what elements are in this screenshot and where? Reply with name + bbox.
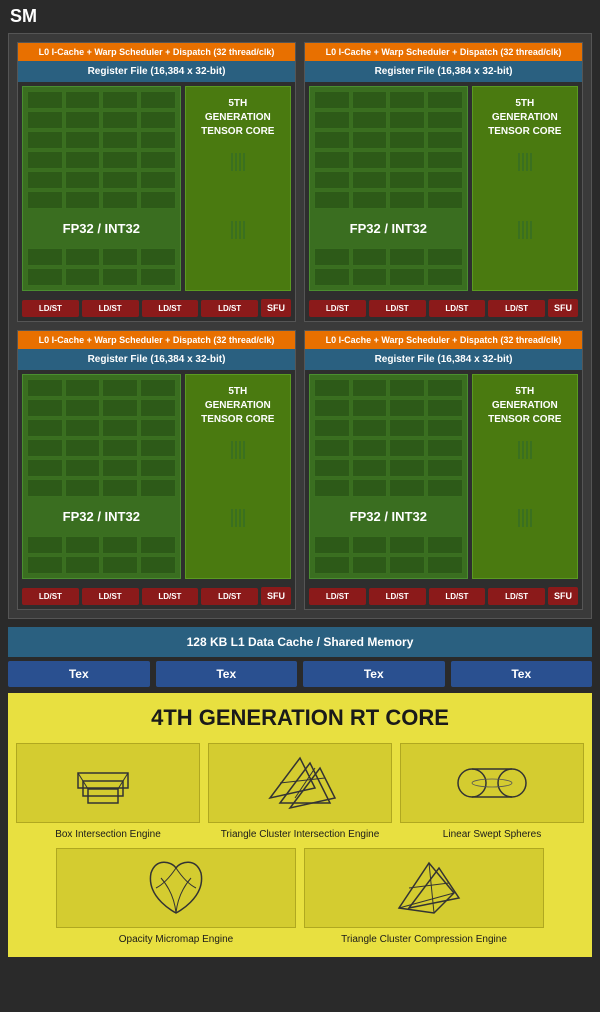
ldst-15: LD/ST: [429, 588, 486, 605]
l0-cache-bar-3: L0 I-Cache + Warp Scheduler + Dispatch (…: [18, 331, 295, 349]
sfu-1: SFU: [261, 299, 291, 317]
rt-icon-label-opacity: Opacity Micromap Engine: [119, 934, 234, 945]
rt-icon-item-compress: Triangle Cluster Compression Engine: [304, 848, 544, 945]
rt-icon-box-tri: [208, 743, 392, 823]
rt-icon-label-tri: Triangle Cluster Intersection Engine: [221, 829, 380, 840]
tensor-label-3: 5THGENERATIONTENSOR CORE: [197, 375, 278, 437]
ldst-6: LD/ST: [369, 300, 426, 317]
quadrant-2: L0 I-Cache + Warp Scheduler + Dispatch (…: [304, 42, 583, 322]
l0-cache-bar-1: L0 I-Cache + Warp Scheduler + Dispatch (…: [18, 43, 295, 61]
sm-label: SM: [0, 0, 600, 33]
outer-container: L0 I-Cache + Warp Scheduler + Dispatch (…: [8, 33, 592, 619]
rt-core-section: 4TH GENERATION RT CORE Box Intersection …: [8, 693, 592, 957]
fp32-label-4: FP32 / INT32: [310, 501, 467, 532]
ldst-4: LD/ST: [201, 300, 258, 317]
rt-icon-item-sphere: Linear Swept Spheres: [400, 743, 584, 840]
ldst-14: LD/ST: [369, 588, 426, 605]
quadrant-grid: L0 I-Cache + Warp Scheduler + Dispatch (…: [17, 42, 583, 610]
rt-icon-box-opacity: [56, 848, 296, 928]
ldst-3: LD/ST: [142, 300, 199, 317]
tex-unit-3: Tex: [303, 661, 445, 687]
ldst-16: LD/ST: [488, 588, 545, 605]
rt-icon-item-box: Box Intersection Engine: [16, 743, 200, 840]
ldst-5: LD/ST: [309, 300, 366, 317]
rt-icon-item-opacity: Opacity Micromap Engine: [56, 848, 296, 945]
ldst-9: LD/ST: [22, 588, 79, 605]
l0-cache-bar-4: L0 I-Cache + Warp Scheduler + Dispatch (…: [305, 331, 582, 349]
register-file-bar-1: Register File (16,384 x 32-bit): [18, 61, 295, 82]
rt-icon-item-tri: Triangle Cluster Intersection Engine: [208, 743, 392, 840]
l1-cache-bar: 128 KB L1 Data Cache / Shared Memory: [8, 627, 592, 657]
ldst-8: LD/ST: [488, 300, 545, 317]
sfu-4: SFU: [548, 587, 578, 605]
quadrant-1: L0 I-Cache + Warp Scheduler + Dispatch (…: [17, 42, 296, 322]
tex-unit-2: Tex: [156, 661, 298, 687]
ldst-10: LD/ST: [82, 588, 139, 605]
rt-core-title: 4TH GENERATION RT CORE: [16, 705, 584, 731]
register-file-bar-3: Register File (16,384 x 32-bit): [18, 349, 295, 370]
fp32-label-2: FP32 / INT32: [310, 213, 467, 244]
register-file-bar-4: Register File (16,384 x 32-bit): [305, 349, 582, 370]
register-file-bar-2: Register File (16,384 x 32-bit): [305, 61, 582, 82]
rt-icon-box-compress: [304, 848, 544, 928]
fp32-label-3: FP32 / INT32: [23, 501, 180, 532]
rt-icon-box-box: [16, 743, 200, 823]
tex-unit-1: Tex: [8, 661, 150, 687]
ldst-11: LD/ST: [142, 588, 199, 605]
ldst-12: LD/ST: [201, 588, 258, 605]
tex-unit-4: Tex: [451, 661, 593, 687]
l0-cache-bar-2: L0 I-Cache + Warp Scheduler + Dispatch (…: [305, 43, 582, 61]
sfu-3: SFU: [261, 587, 291, 605]
ldst-1: LD/ST: [22, 300, 79, 317]
fp32-label-1: FP32 / INT32: [23, 213, 180, 244]
tensor-label-1: 5THGENERATIONTENSOR CORE: [197, 87, 278, 149]
tensor-label-2: 5THGENERATIONTENSOR CORE: [484, 87, 565, 149]
tensor-label-4: 5THGENERATIONTENSOR CORE: [484, 375, 565, 437]
ldst-7: LD/ST: [429, 300, 486, 317]
rt-icon-label-sphere: Linear Swept Spheres: [443, 829, 541, 840]
ldst-2: LD/ST: [82, 300, 139, 317]
tex-row: Tex Tex Tex Tex: [0, 661, 600, 693]
ldst-13: LD/ST: [309, 588, 366, 605]
rt-icon-label-compress: Triangle Cluster Compression Engine: [341, 934, 507, 945]
rt-icon-label-box: Box Intersection Engine: [55, 829, 161, 840]
quadrant-4: L0 I-Cache + Warp Scheduler + Dispatch (…: [304, 330, 583, 610]
quadrant-3: L0 I-Cache + Warp Scheduler + Dispatch (…: [17, 330, 296, 610]
sfu-2: SFU: [548, 299, 578, 317]
rt-icon-box-sphere: [400, 743, 584, 823]
